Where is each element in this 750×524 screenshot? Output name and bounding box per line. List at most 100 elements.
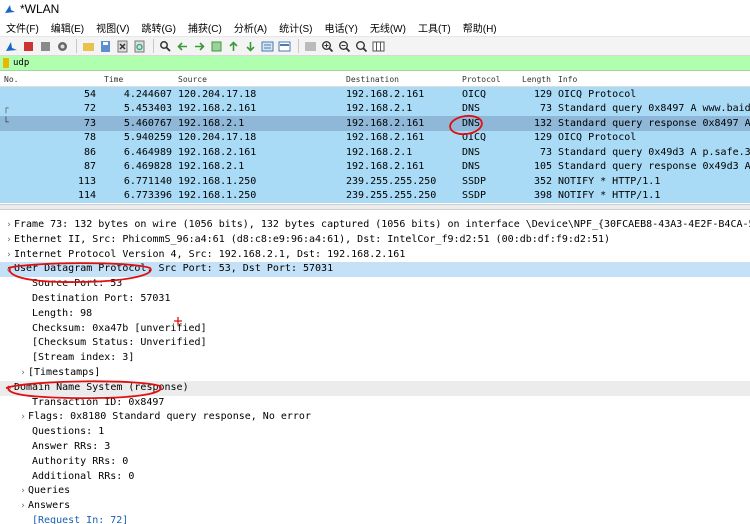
column-header-time[interactable]: Time bbox=[100, 75, 178, 84]
packet-protocol: OICQ bbox=[462, 132, 487, 144]
packet-no: 114 bbox=[77, 190, 96, 202]
tree-item-queries[interactable]: › Queries bbox=[0, 484, 750, 499]
packet-source: 120.204.17.18 bbox=[178, 88, 257, 100]
forward-icon[interactable] bbox=[192, 39, 206, 53]
collapse-arrow-icon[interactable]: ⌄ bbox=[4, 381, 14, 396]
reload-icon[interactable] bbox=[132, 39, 146, 53]
find-icon[interactable] bbox=[158, 39, 172, 53]
expand-arrow-icon[interactable]: › bbox=[18, 366, 28, 381]
packet-info: Standard query 0x49d3 A p.safe.360 bbox=[558, 146, 750, 158]
menu-go[interactable]: 跳转(G) bbox=[135, 20, 181, 35]
shark-start-icon[interactable] bbox=[4, 39, 18, 53]
column-header-destination[interactable]: Destination bbox=[346, 75, 462, 84]
tree-item-ethernet[interactable]: › Ethernet II, Src: PhicommS_96:a4:61 (d8… bbox=[0, 233, 750, 248]
expand-arrow-icon[interactable]: › bbox=[4, 248, 14, 263]
expand-arrow-icon[interactable]: › bbox=[4, 233, 14, 248]
menu-wireless[interactable]: 无线(W) bbox=[364, 20, 412, 35]
packet-source: 192.168.1.250 bbox=[178, 190, 257, 202]
tree-item-label: Flags: 0x8180 Standard query response, N… bbox=[28, 411, 311, 423]
tree-field-answer-rrs[interactable]: Answer RRs: 3 bbox=[0, 440, 750, 455]
first-icon[interactable] bbox=[226, 39, 240, 53]
display-filter-bar[interactable]: udp bbox=[0, 56, 750, 71]
packet-destination: 192.168.2.1 bbox=[346, 146, 413, 158]
column-header-no[interactable]: No. bbox=[0, 75, 100, 84]
column-header-protocol[interactable]: Protocol bbox=[462, 75, 518, 84]
tree-item-timestamps[interactable]: › [Timestamps] bbox=[0, 366, 750, 381]
zoom-normal-icon[interactable] bbox=[354, 39, 368, 53]
resize-columns-icon[interactable] bbox=[371, 39, 385, 53]
colorize-icon[interactable] bbox=[277, 39, 291, 53]
save-icon[interactable] bbox=[98, 39, 112, 53]
packet-info: OICQ Protocol bbox=[558, 132, 637, 144]
menu-statistics[interactable]: 统计(S) bbox=[273, 20, 318, 35]
packet-row[interactable]: 78 5.940259 120.204.17.18 192.168.2.161 … bbox=[0, 130, 750, 145]
packet-row[interactable]: ┌ 72 5.453403 192.168.2.161 192.168.2.1 … bbox=[0, 101, 750, 116]
column-header-source[interactable]: Source bbox=[178, 75, 346, 84]
tree-field-length[interactable]: Length: 98 bbox=[0, 307, 750, 322]
packet-list: No. Time Source Destination Protocol Len… bbox=[0, 72, 750, 204]
menu-analyze[interactable]: 分析(A) bbox=[228, 20, 273, 35]
packet-length: 129 bbox=[533, 88, 552, 100]
stop-icon[interactable] bbox=[21, 39, 35, 53]
menu-help[interactable]: 帮助(H) bbox=[457, 20, 503, 35]
packet-row[interactable]: 86 6.464989 192.168.2.161 192.168.2.1 DN… bbox=[0, 145, 750, 160]
packet-row[interactable]: 54 4.244607 120.204.17.18 192.168.2.161 … bbox=[0, 87, 750, 102]
tree-item-flags[interactable]: › Flags: 0x8180 Standard query response, … bbox=[0, 410, 750, 425]
tree-item-udp[interactable]: ⌄ User Datagram Protocol, Src Port: 53, D… bbox=[0, 262, 750, 278]
goto-icon[interactable] bbox=[209, 39, 223, 53]
menu-file[interactable]: 文件(F) bbox=[0, 20, 45, 35]
open-file-icon[interactable] bbox=[81, 39, 95, 53]
zoom-out-icon[interactable] bbox=[337, 39, 351, 53]
packet-time: 5.453403 bbox=[123, 103, 172, 115]
tree-field-stream-index[interactable]: [Stream index: 3] bbox=[0, 351, 750, 366]
packet-destination: 239.255.255.250 bbox=[346, 190, 437, 202]
close-file-icon[interactable] bbox=[115, 39, 129, 53]
menu-tools[interactable]: 工具(T) bbox=[412, 20, 457, 35]
tree-field-destination-port[interactable]: Destination Port: 57031 bbox=[0, 292, 750, 307]
pane-splitter[interactable] bbox=[0, 204, 750, 210]
tree-item-dns[interactable]: ⌄ Domain Name System (response) bbox=[0, 380, 750, 396]
packet-row[interactable]: 114 6.773396 192.168.1.250 239.255.255.2… bbox=[0, 188, 750, 203]
colorize-toggle-icon[interactable] bbox=[303, 39, 317, 53]
tree-field-checksum-status[interactable]: [Checksum Status: Unverified] bbox=[0, 336, 750, 351]
column-header-info[interactable]: Info bbox=[558, 75, 750, 84]
menu-capture[interactable]: 捕获(C) bbox=[182, 20, 228, 35]
tree-field-source-port[interactable]: Source Port: 53 bbox=[0, 277, 750, 292]
collapse-arrow-icon[interactable]: ⌄ bbox=[4, 262, 14, 277]
expand-arrow-icon[interactable]: › bbox=[18, 499, 28, 514]
packet-info: Standard query response 0x49d3 A p bbox=[558, 161, 750, 173]
tree-field-checksum[interactable]: Checksum: 0xa47b [unverified] bbox=[0, 322, 750, 337]
tree-field-questions[interactable]: Questions: 1 bbox=[0, 425, 750, 440]
tree-item-frame[interactable]: › Frame 73: 132 bytes on wire (1056 bits)… bbox=[0, 218, 750, 233]
packet-row[interactable]: 113 6.771140 192.168.1.250 239.255.255.2… bbox=[0, 174, 750, 189]
zoom-in-icon[interactable] bbox=[320, 39, 334, 53]
request-in-link[interactable]: [Request In: 72] bbox=[32, 515, 128, 524]
tree-item-answers[interactable]: › Answers bbox=[0, 499, 750, 514]
restart-icon[interactable] bbox=[38, 39, 52, 53]
packet-no: 87 bbox=[83, 161, 96, 173]
related-packet-marker: └ bbox=[3, 118, 9, 129]
expand-arrow-icon[interactable]: › bbox=[4, 218, 14, 233]
tree-link-request-in[interactable]: [Request In: 72] bbox=[0, 514, 750, 524]
menu-view[interactable]: 视图(V) bbox=[90, 20, 135, 35]
tree-field-additional-rrs[interactable]: Additional RRs: 0 bbox=[0, 470, 750, 485]
tree-field-transaction-id[interactable]: Transaction ID: 0x8497 bbox=[0, 396, 750, 411]
options-icon[interactable] bbox=[55, 39, 69, 53]
tree-item-ipv4[interactable]: › Internet Protocol Version 4, Src: 192.1… bbox=[0, 248, 750, 263]
bookmark-icon[interactable] bbox=[3, 58, 9, 68]
tree-field-authority-rrs[interactable]: Authority RRs: 0 bbox=[0, 455, 750, 470]
packet-time: 6.771140 bbox=[123, 175, 172, 187]
packet-row[interactable]: 87 6.469828 192.168.2.1 192.168.2.161 DN… bbox=[0, 159, 750, 174]
window-title: *WLAN bbox=[20, 2, 60, 16]
packet-row-selected[interactable]: └ 73 5.460767 192.168.2.1 192.168.2.161 … bbox=[0, 116, 750, 131]
display-filter-input[interactable]: udp bbox=[13, 58, 29, 68]
expand-arrow-icon[interactable]: › bbox=[18, 484, 28, 499]
menu-edit[interactable]: 编辑(E) bbox=[45, 20, 90, 35]
back-icon[interactable] bbox=[175, 39, 189, 53]
last-icon[interactable] bbox=[243, 39, 257, 53]
packet-destination: 239.255.255.250 bbox=[346, 175, 437, 187]
menu-telephony[interactable]: 电话(Y) bbox=[319, 20, 364, 35]
autoscroll-icon[interactable] bbox=[260, 39, 274, 53]
column-header-length[interactable]: Length bbox=[518, 75, 558, 84]
expand-arrow-icon[interactable]: › bbox=[18, 410, 28, 425]
